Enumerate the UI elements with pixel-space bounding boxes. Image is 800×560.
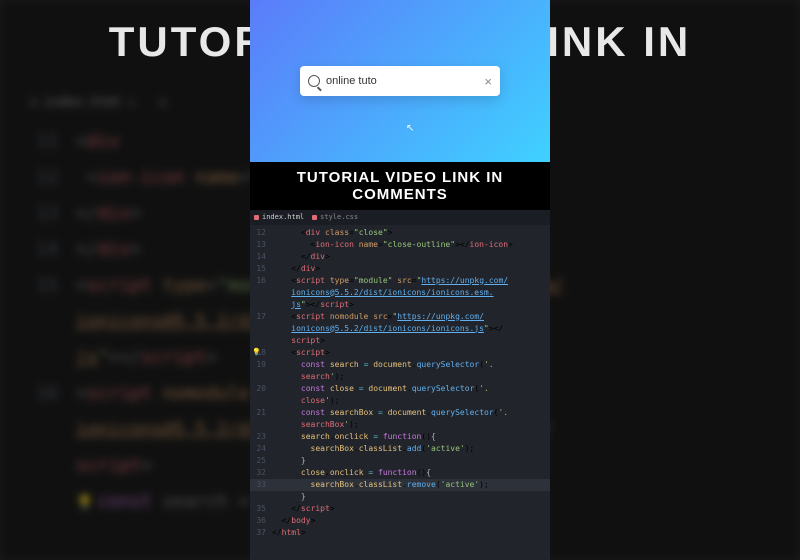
code-line[interactable]: js"></script>: [250, 299, 550, 311]
editor-code-area[interactable]: 12 <div class="close">13 <ion-icon name=…: [250, 225, 550, 541]
code-line[interactable]: ionicons@5.5.2/dist/ionicons/ionicons.es…: [250, 287, 550, 299]
caption-bar: TUTORIAL VIDEO LINK IN COMMENTS: [250, 162, 550, 210]
code-line[interactable]: 19 const search = document.querySelector…: [250, 359, 550, 371]
code-line[interactable]: search');: [250, 371, 550, 383]
code-line[interactable]: 35 </script>: [250, 503, 550, 515]
code-line[interactable]: 💡18 <script>: [250, 347, 550, 359]
search-input[interactable]: [326, 75, 478, 87]
code-editor: index.html style.css 12 <div class="close…: [250, 210, 550, 560]
code-line[interactable]: 32 close.onclick = function(){: [250, 467, 550, 479]
code-line[interactable]: 24 searchBox.classList.add('active');: [250, 443, 550, 455]
code-line[interactable]: 14 </div>: [250, 251, 550, 263]
code-line[interactable]: 13 <ion-icon name="close-outline"></ion-…: [250, 239, 550, 251]
search-box[interactable]: ×: [300, 66, 500, 96]
mouse-cursor-icon: ↖: [406, 123, 414, 134]
code-line[interactable]: ionicons@5.5.2/dist/ionicons/ionicons.js…: [250, 323, 550, 335]
lightbulb-icon[interactable]: 💡: [252, 347, 261, 358]
code-line[interactable]: 23 search.onclick = function(){: [250, 431, 550, 443]
code-line[interactable]: close');: [250, 395, 550, 407]
code-line[interactable]: 25 }: [250, 455, 550, 467]
code-line[interactable]: 37</html>: [250, 527, 550, 539]
foreground-panel: × ↖ TUTORIAL VIDEO LINK IN COMMENTS inde…: [250, 0, 550, 560]
editor-tab[interactable]: index.html: [254, 212, 304, 223]
search-icon[interactable]: [308, 75, 320, 87]
editor-tabs: index.html style.css: [250, 210, 550, 225]
code-line[interactable]: 15 </div>: [250, 263, 550, 275]
code-line[interactable]: }: [250, 491, 550, 503]
search-preview-area: × ↖: [250, 0, 550, 162]
code-line[interactable]: 36 </body>: [250, 515, 550, 527]
code-line[interactable]: 17 <script nomodule src="https://unpkg.c…: [250, 311, 550, 323]
code-line[interactable]: searchBox');: [250, 419, 550, 431]
code-line[interactable]: 12 <div class="close">: [250, 227, 550, 239]
close-icon[interactable]: ×: [484, 75, 492, 88]
code-line[interactable]: 16 <script type="module" src="https://un…: [250, 275, 550, 287]
code-line[interactable]: 21 const searchBox = document.querySelec…: [250, 407, 550, 419]
code-line[interactable]: script>: [250, 335, 550, 347]
code-line[interactable]: 33 searchBox.classList.remove('active');: [250, 479, 550, 491]
code-line[interactable]: 20 const close = document.querySelector(…: [250, 383, 550, 395]
editor-tab[interactable]: style.css: [312, 212, 358, 223]
